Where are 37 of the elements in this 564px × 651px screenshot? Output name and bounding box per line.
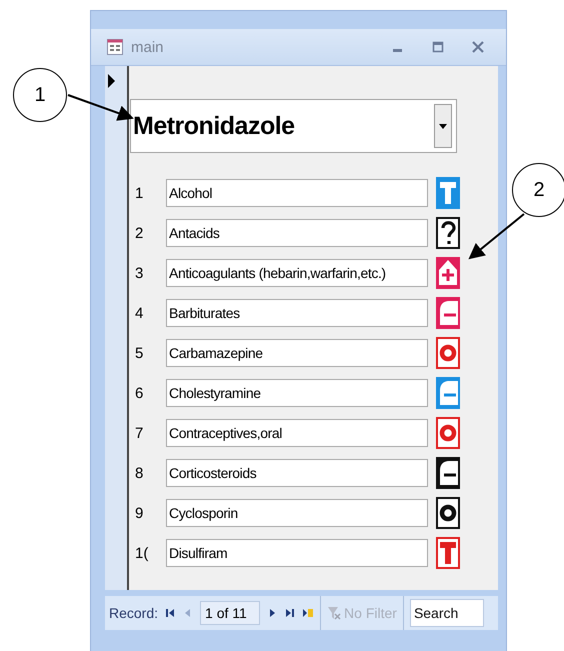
- leader-arrow: [68, 94, 134, 121]
- last-record-icon[interactable]: [284, 607, 296, 619]
- interaction-field[interactable]: Carbamazepine: [166, 339, 428, 367]
- interaction-field[interactable]: Cyclosporin: [166, 499, 428, 527]
- row-number: 5: [134, 344, 144, 362]
- form-icon: [107, 39, 123, 55]
- row-number: 9: [134, 504, 144, 522]
- row-number: 1: [134, 184, 144, 202]
- interaction-field[interactable]: Antacids: [166, 219, 428, 247]
- interaction-field[interactable]: Contraceptives,oral: [166, 419, 428, 447]
- record-selector-icon[interactable]: [108, 74, 115, 88]
- callout-marker: 1: [13, 68, 67, 122]
- new-record-icon[interactable]: [302, 607, 314, 619]
- close-icon[interactable]: [472, 41, 484, 53]
- search-field[interactable]: Search: [410, 599, 484, 627]
- row-number: 2: [134, 224, 144, 242]
- record-label: Record:: [109, 605, 158, 621]
- record-position-field[interactable]: 1 of 11: [200, 601, 260, 625]
- interaction-field[interactable]: Barbiturates: [166, 299, 428, 327]
- maximize-icon[interactable]: [432, 41, 444, 53]
- row-number: 7: [134, 424, 144, 442]
- interaction-field[interactable]: Disulfiram: [166, 539, 428, 567]
- interaction-field[interactable]: Alcohol: [166, 179, 428, 207]
- row-number: 3: [134, 264, 144, 282]
- interaction-field[interactable]: Anticoagulants (hebarin,warfarin,etc.): [166, 259, 428, 287]
- leader-arrow: [468, 213, 525, 260]
- interaction-field[interactable]: Corticosteroids: [166, 459, 428, 487]
- row-number: 6: [134, 384, 144, 402]
- window-title: main: [131, 38, 164, 56]
- filter-icon: [327, 606, 342, 620]
- drug-combo-box[interactable]: Metronidazole: [130, 99, 457, 153]
- row-number: 4: [134, 304, 144, 322]
- row-number: 8: [134, 464, 144, 482]
- row-number: 1(: [134, 544, 150, 562]
- callout-marker: 2: [512, 163, 564, 217]
- first-record-icon[interactable]: [164, 607, 176, 619]
- interaction-field[interactable]: Cholestyramine: [166, 379, 428, 407]
